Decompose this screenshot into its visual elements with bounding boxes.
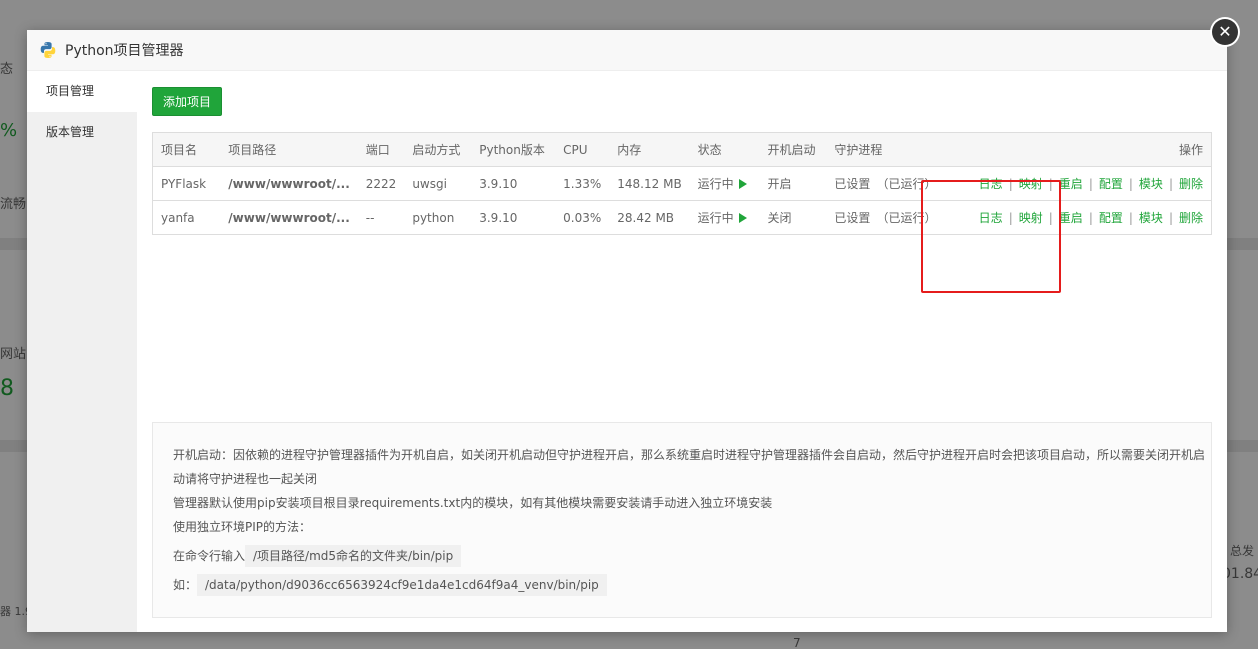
note-cmd-code: /项目路径/md5命名的文件夹/bin/pip [245, 545, 462, 567]
cell-ops: 日志 | 映射 | 重启 | 配置 | 模块 | 删除 [971, 201, 1212, 235]
daemon-state: （已运行） [876, 211, 937, 225]
dialog-body: 项目管理 版本管理 添加项目 项目名 项目路径 端口 启动方式 Python版本… [27, 71, 1227, 632]
header-memory: 内存 [617, 143, 642, 157]
cell-start-mode: uwsgi [412, 176, 447, 191]
main-content: 添加项目 项目名 项目路径 端口 启动方式 Python版本 CPU 内存 状态… [137, 71, 1227, 632]
cell-cpu: 0.03% [563, 210, 602, 225]
add-project-button[interactable]: 添加项目 [152, 87, 223, 116]
cell-cpu: 1.33% [563, 176, 602, 191]
dialog-titlebar: Python项目管理器 [27, 30, 1227, 71]
cell-name: PYFlask [161, 176, 207, 191]
note-venv-method: 使用独立环境PIP的方法： [173, 520, 312, 534]
status-text: 运行中 [697, 177, 734, 191]
play-icon [738, 179, 747, 189]
mapping-link[interactable]: 映射 [1019, 211, 1043, 225]
op-separator: | [1048, 211, 1053, 225]
header-start-mode: 启动方式 [412, 143, 461, 157]
config-link[interactable]: 配置 [1099, 211, 1123, 225]
header-boot: 开机启动 [767, 143, 816, 157]
header-path: 项目路径 [228, 143, 277, 157]
delete-link[interactable]: 删除 [1179, 211, 1203, 225]
cell-port: -- [365, 210, 375, 225]
daemon-set: 已设置 [834, 211, 871, 225]
cell-status[interactable]: 运行中 [690, 201, 760, 235]
cell-python-version: 3.9.10 [479, 210, 518, 225]
mapping-link[interactable]: 映射 [1019, 177, 1043, 191]
header-daemon: 守护进程 [834, 143, 883, 157]
cell-memory: 148.12 MB [617, 176, 682, 191]
close-icon: ✕ [1212, 19, 1238, 45]
cell-name: yanfa [161, 210, 195, 225]
daemon-set: 已设置 [834, 177, 871, 191]
daemon-state: （已运行） [876, 177, 937, 191]
table-header-row: 项目名 项目路径 端口 启动方式 Python版本 CPU 内存 状态 开机启动… [152, 132, 1212, 167]
sidebar-item-version-management[interactable]: 版本管理 [27, 112, 137, 153]
cell-python-version: 3.9.10 [479, 176, 518, 191]
sidebar-item-project-management[interactable]: 项目管理 [27, 71, 137, 112]
table-row: yanfa /www/wwwroot/... -- python 3.9.10 … [152, 201, 1212, 235]
header-python-version: Python版本 [479, 143, 545, 157]
note-cmd-label: 在命令行输入 [173, 549, 246, 563]
op-separator: | [1088, 211, 1093, 225]
status-text: 运行中 [697, 211, 734, 225]
note-pip: 管理器默认使用pip安装项目根目录requirements.txt内的模块，如有… [173, 496, 773, 510]
table-row: PYFlask /www/wwwroot/... 2222 uwsgi 3.9.… [152, 167, 1212, 201]
cell-daemon[interactable]: 已设置 （已运行） [826, 201, 970, 235]
op-separator: | [1168, 211, 1173, 225]
op-separator: | [1048, 177, 1053, 191]
header-ops: 操作 [1178, 143, 1203, 157]
log-link[interactable]: 日志 [979, 211, 1003, 225]
cell-port: 2222 [365, 176, 397, 191]
cell-boot-toggle[interactable]: 关闭 [760, 201, 827, 235]
python-logo-icon [40, 42, 56, 58]
help-notes: 开机启动：因依赖的进程守护管理器插件为开机自启，如关闭开机启动但守护进程开启，那… [152, 422, 1212, 618]
op-separator: | [1128, 177, 1133, 191]
modules-link[interactable]: 模块 [1139, 211, 1163, 225]
python-manager-dialog: Python项目管理器 项目管理 版本管理 添加项目 项目名 项目路径 端口 启… [27, 30, 1227, 632]
cell-status[interactable]: 运行中 [690, 167, 760, 201]
delete-link[interactable]: 删除 [1179, 177, 1203, 191]
cell-path-link[interactable]: /www/wwwroot/... [220, 167, 357, 201]
cell-path-link[interactable]: /www/wwwroot/... [220, 201, 357, 235]
config-link[interactable]: 配置 [1099, 177, 1123, 191]
op-separator: | [1008, 177, 1013, 191]
log-link[interactable]: 日志 [979, 177, 1003, 191]
op-separator: | [1088, 177, 1093, 191]
restart-link[interactable]: 重启 [1059, 211, 1083, 225]
close-button[interactable]: ✕ [1210, 17, 1240, 47]
op-separator: | [1008, 211, 1013, 225]
header-cpu: CPU [563, 142, 588, 157]
cell-daemon[interactable]: 已设置 （已运行） [826, 167, 970, 201]
sidebar: 项目管理 版本管理 [27, 71, 137, 632]
note-example-label: 如： [173, 578, 198, 592]
note-example: 如：/data/python/d9036cc6563924cf9e1da4e1c… [173, 568, 1205, 597]
op-separator: | [1128, 211, 1133, 225]
dialog-title: Python项目管理器 [65, 43, 184, 59]
cell-memory: 28.42 MB [617, 210, 675, 225]
header-port: 端口 [365, 143, 390, 157]
cell-start-mode: python [412, 210, 455, 225]
modules-link[interactable]: 模块 [1139, 177, 1163, 191]
op-separator: | [1168, 177, 1173, 191]
restart-link[interactable]: 重启 [1059, 177, 1083, 191]
cell-ops: 日志 | 映射 | 重启 | 配置 | 模块 | 删除 [971, 167, 1212, 201]
note-example-code: /data/python/d9036cc6563924cf9e1da4e1cd6… [197, 574, 607, 596]
project-table: 项目名 项目路径 端口 启动方式 Python版本 CPU 内存 状态 开机启动… [152, 132, 1212, 235]
note-boot: 开机启动：因依赖的进程守护管理器插件为开机自启，如关闭开机启动但守护进程开启，那… [173, 448, 1206, 486]
cell-boot-toggle[interactable]: 开启 [760, 167, 827, 201]
note-cmd: 在命令行输入/项目路径/md5命名的文件夹/bin/pip [173, 539, 1205, 568]
header-status: 状态 [697, 143, 722, 157]
header-name: 项目名 [161, 143, 198, 157]
play-icon [738, 213, 747, 223]
